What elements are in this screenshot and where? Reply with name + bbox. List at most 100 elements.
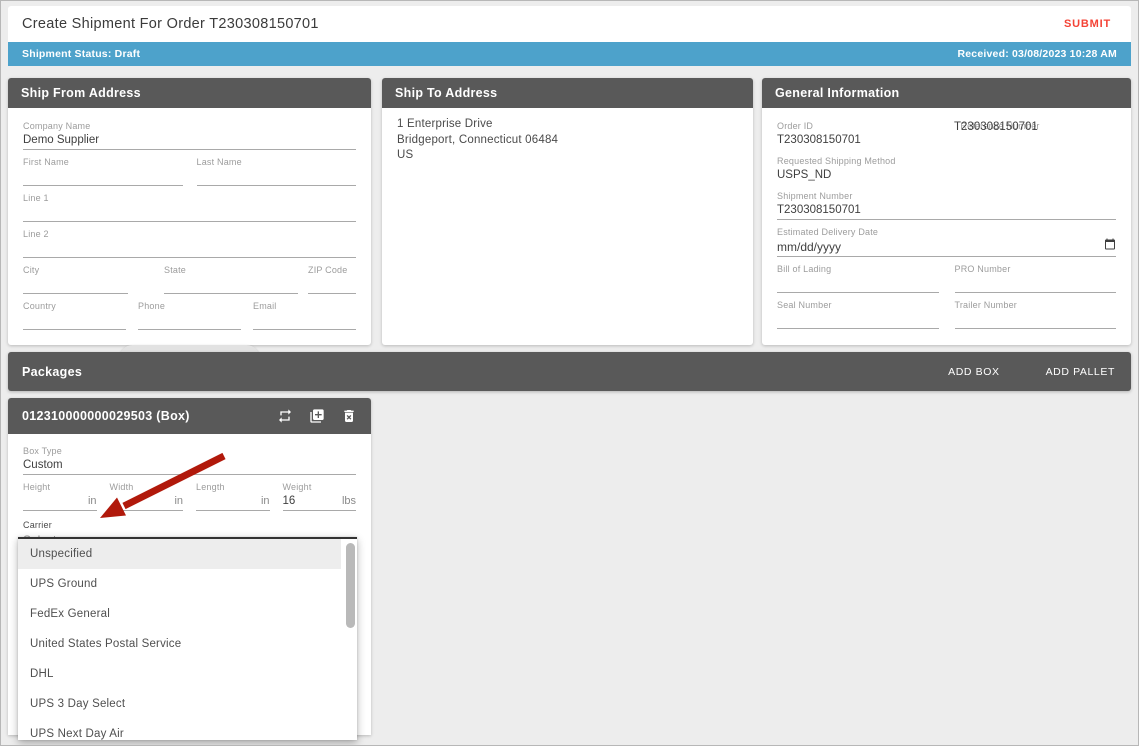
ship-from-panel: Ship From Address Company Name Demo Supp… <box>8 78 371 345</box>
country-value[interactable] <box>23 312 126 330</box>
pro-number-value[interactable] <box>955 275 1117 293</box>
general-info-header: General Information <box>762 78 1131 108</box>
add-pallet-button[interactable]: ADD PALLET <box>1044 362 1117 382</box>
height-field[interactable]: Height in <box>23 482 97 511</box>
carrier-option[interactable]: UPS Next Day Air <box>18 719 341 740</box>
pro-number-field[interactable]: PRO Number <box>955 264 1117 293</box>
first-name-label: First Name <box>23 157 183 168</box>
bill-of-lading-value[interactable] <box>777 275 939 293</box>
ship-to-address-line: 1 Enterprise Drive <box>397 117 738 133</box>
carrier-option[interactable]: Unspecified <box>18 539 341 569</box>
bill-of-lading-field[interactable]: Bill of Lading <box>777 264 939 293</box>
zip-value[interactable] <box>308 276 356 294</box>
line2-value[interactable] <box>23 240 356 258</box>
carrier-label: Carrier <box>23 520 356 531</box>
company-name-field[interactable]: Company Name Demo Supplier <box>23 121 356 150</box>
pro-number-label: PRO Number <box>955 264 1117 275</box>
carrier-option[interactable]: UPS Ground <box>18 569 341 599</box>
company-name-value[interactable]: Demo Supplier <box>23 132 356 150</box>
city-field[interactable]: City <box>23 265 128 294</box>
ship-from-body: Company Name Demo Supplier First Name La… <box>8 108 371 382</box>
first-name-field[interactable]: First Name <box>23 157 183 186</box>
width-unit: in <box>174 493 183 509</box>
received-timestamp: Received: 03/08/2023 10:28 AM <box>957 48 1117 60</box>
general-info-panel: General Information Order ID T2303081507… <box>762 78 1131 345</box>
email-label: Email <box>253 301 356 312</box>
carrier-option[interactable]: UPS 3 Day Select <box>18 689 341 719</box>
country-field[interactable]: Country <box>23 301 126 330</box>
requested-shipping-method-value: USPS_ND <box>777 167 1116 184</box>
last-name-label: Last Name <box>197 157 357 168</box>
seal-number-field[interactable]: Seal Number <box>777 300 939 329</box>
ship-from-header: Ship From Address <box>8 78 371 108</box>
zip-field[interactable]: ZIP Code <box>308 265 356 294</box>
shipment-number-value: T230308150701 <box>777 202 1116 220</box>
email-field[interactable]: Email <box>253 301 356 330</box>
phone-field[interactable]: Phone <box>138 301 241 330</box>
box-type-value[interactable]: Custom <box>23 457 356 475</box>
trailer-number-label: Trailer Number <box>955 300 1117 311</box>
length-unit: in <box>261 493 270 509</box>
requested-shipping-method-label: Requested Shipping Method <box>777 156 1116 167</box>
carrier-option[interactable]: DHL <box>18 659 341 689</box>
carrier-dropdown-menu: Unspecified UPS Ground FedEx General Uni… <box>18 537 357 740</box>
package-card-title: 012310000000029503 (Box) <box>22 409 190 423</box>
length-label: Length <box>196 482 270 493</box>
swap-arrows-icon[interactable] <box>277 408 293 424</box>
add-box-button[interactable]: ADD BOX <box>946 362 1001 382</box>
phone-value[interactable] <box>138 312 241 330</box>
line2-label: Line 2 <box>23 229 356 240</box>
duplicate-plus-icon[interactable] <box>309 408 325 424</box>
weight-field[interactable]: Weight 16 lbs <box>283 482 357 511</box>
state-value[interactable] <box>164 276 298 294</box>
packages-section-bar: Packages ADD BOX ADD PALLET <box>8 352 1131 391</box>
trash-delete-icon[interactable] <box>341 408 357 424</box>
company-name-label: Company Name <box>23 121 356 132</box>
reference-number-value: T230308150701 <box>954 121 1116 133</box>
weight-label: Weight <box>283 482 357 493</box>
box-type-label: Box Type <box>23 446 356 457</box>
submit-button[interactable]: SUBMIT <box>1058 14 1117 34</box>
box-type-field[interactable]: Box Type Custom <box>23 446 356 475</box>
last-name-field[interactable]: Last Name <box>197 157 357 186</box>
height-unit: in <box>88 493 97 509</box>
shipment-number-label: Shipment Number <box>777 191 1116 202</box>
email-value[interactable] <box>253 312 356 330</box>
line1-field[interactable]: Line 1 <box>23 193 356 222</box>
width-label: Width <box>110 482 184 493</box>
reference-number-field: Reference Number T230308150701 <box>954 121 1116 149</box>
weight-value[interactable]: 16 <box>283 493 296 509</box>
trailer-number-value[interactable] <box>955 311 1117 329</box>
city-label: City <box>23 265 128 276</box>
seal-number-value[interactable] <box>777 311 939 329</box>
requested-shipping-method-field: Requested Shipping Method USPS_ND <box>777 156 1116 184</box>
city-value[interactable] <box>23 276 128 294</box>
carrier-option[interactable]: FedEx General <box>18 599 341 629</box>
packages-title: Packages <box>22 365 82 379</box>
state-field[interactable]: State <box>164 265 298 294</box>
shipment-number-field: Shipment Number T230308150701 <box>777 191 1116 220</box>
ship-to-body: 1 Enterprise Drive Bridgeport, Connectic… <box>382 108 753 345</box>
ship-to-address-line: Bridgeport, Connecticut 06484 <box>397 133 738 149</box>
page-title: Create Shipment For Order T230308150701 <box>22 16 319 32</box>
width-field[interactable]: Width in <box>110 482 184 511</box>
estimated-delivery-date-value[interactable]: mm/dd/yyyy <box>777 239 841 255</box>
weight-unit: lbs <box>342 493 356 509</box>
trailer-number-field[interactable]: Trailer Number <box>955 300 1117 329</box>
estimated-delivery-date-label: Estimated Delivery Date <box>777 227 1116 238</box>
estimated-delivery-date-field[interactable]: Estimated Delivery Date mm/dd/yyyy <box>777 227 1116 257</box>
order-id-field: Order ID T230308150701 <box>777 121 954 149</box>
shipment-status-text: Shipment Status: Draft <box>22 48 140 60</box>
state-label: State <box>164 265 298 276</box>
line2-field[interactable]: Line 2 <box>23 229 356 258</box>
carrier-option[interactable]: United States Postal Service <box>18 629 341 659</box>
line1-value[interactable] <box>23 204 356 222</box>
last-name-value[interactable] <box>197 168 357 186</box>
height-label: Height <box>23 482 97 493</box>
calendar-icon[interactable] <box>1104 238 1116 255</box>
order-id-value: T230308150701 <box>777 132 954 149</box>
zip-label: ZIP Code <box>308 265 356 276</box>
dropdown-scrollbar-thumb[interactable] <box>346 543 355 628</box>
first-name-value[interactable] <box>23 168 183 186</box>
length-field[interactable]: Length in <box>196 482 270 511</box>
